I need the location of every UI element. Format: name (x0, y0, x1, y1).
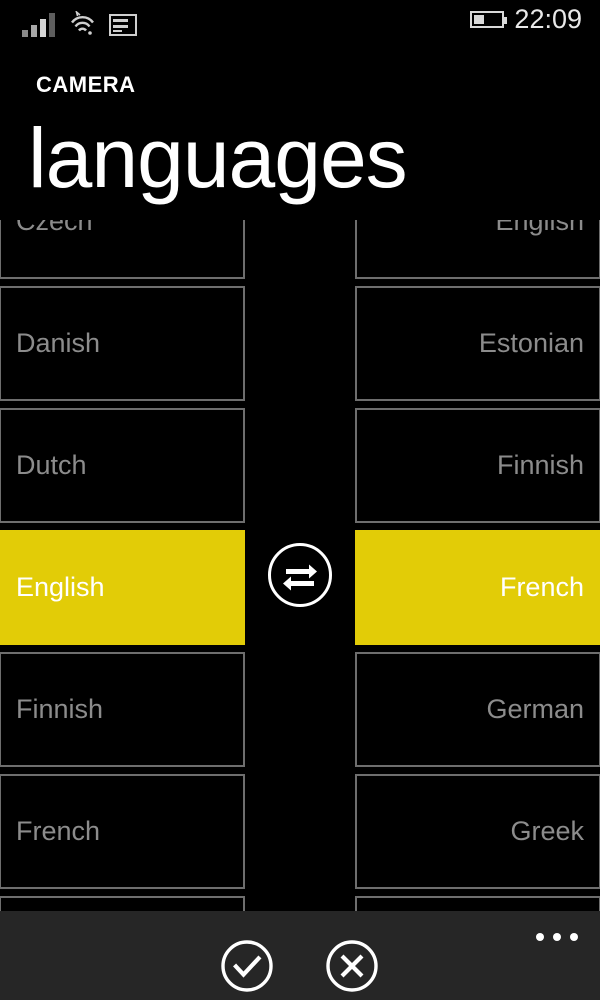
language-list-item[interactable]: Danish (0, 286, 245, 401)
ellipsis-icon (536, 933, 544, 941)
language-list-item[interactable]: Greek (355, 774, 600, 889)
language-list-item[interactable]: Finnish (355, 408, 600, 523)
wifi-icon (69, 9, 97, 37)
status-bar: 22:09 (0, 0, 600, 46)
signal-bars-icon (22, 13, 55, 37)
language-label: German (486, 694, 584, 724)
language-list-item[interactable]: German (355, 652, 600, 767)
phone-screen: 22:09 CAMERA languages Czech Danish Dutch E… (0, 0, 600, 1000)
language-list-item[interactable]: Finnish (0, 652, 245, 767)
app-bar (0, 911, 600, 1000)
ellipsis-icon (553, 933, 561, 941)
swap-languages-button[interactable] (265, 540, 335, 610)
language-list-item[interactable]: French (355, 530, 600, 645)
language-label: Greek (510, 816, 584, 846)
language-label: Estonian (478, 328, 584, 358)
status-bar-left-icons (22, 9, 137, 37)
language-label: Czech (16, 220, 93, 236)
cancel-button[interactable] (325, 939, 379, 993)
status-bar-right-icons: 22:09 (470, 6, 582, 33)
language-label: Danish (16, 328, 101, 358)
language-label: French (16, 816, 101, 846)
page-title: languages (28, 111, 408, 205)
language-list-item[interactable]: Czech (0, 220, 245, 279)
language-label: Finnish (496, 450, 584, 480)
language-label: English (495, 220, 584, 236)
language-label: English (16, 572, 105, 602)
language-label: French (499, 572, 584, 602)
source-language-list[interactable]: Czech Danish Dutch English Finnish French (0, 220, 245, 911)
close-circle-icon (326, 940, 378, 992)
language-list-item[interactable]: Estonian (355, 286, 600, 401)
check-circle-icon (221, 940, 273, 992)
language-label: Dutch (16, 450, 87, 480)
language-list-item[interactable]: English (0, 530, 245, 645)
language-list-item[interactable]: Dutch (0, 408, 245, 523)
ellipsis-icon (570, 933, 578, 941)
language-label: Finnish (16, 694, 104, 724)
target-language-list[interactable]: English Estonian Finnish French German Greek (355, 220, 600, 911)
status-bar-clock: 22:09 (514, 4, 582, 34)
language-list-item[interactable] (355, 896, 600, 911)
language-list-item[interactable]: French (0, 774, 245, 889)
sim-card-icon (109, 14, 137, 36)
accept-button[interactable] (220, 939, 274, 993)
swap-horizontal-icon (268, 543, 332, 607)
app-name-label: CAMERA (36, 72, 136, 97)
battery-icon (470, 11, 508, 28)
more-options-button[interactable] (536, 933, 578, 941)
language-list-item[interactable]: English (355, 220, 600, 279)
language-list-item[interactable] (0, 896, 245, 911)
